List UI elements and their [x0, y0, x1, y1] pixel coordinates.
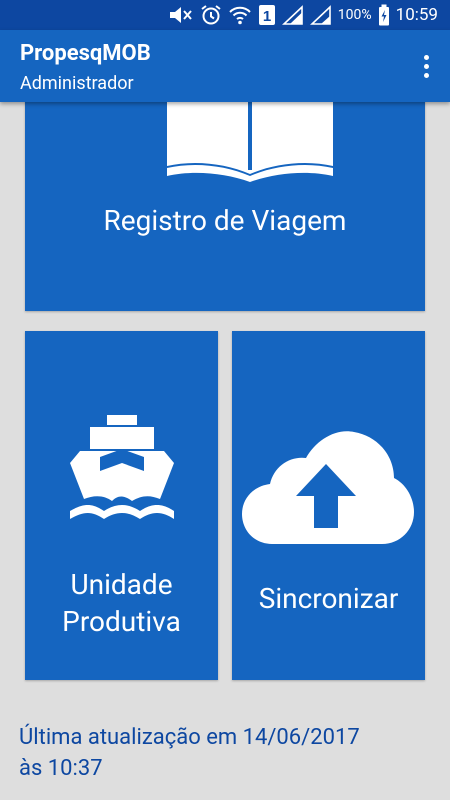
- status-bar: 1 100% 10:59: [0, 0, 450, 30]
- ship-icon: [70, 415, 174, 519]
- unidade-produtiva-tile[interactable]: Unidade Produtiva: [25, 331, 218, 680]
- sincronizar-label: Sincronizar: [258, 582, 399, 615]
- sim-icon: 1: [258, 4, 276, 26]
- app-subtitle: Administrador: [20, 73, 134, 94]
- registro-viagem-tile[interactable]: Registro de Viagem: [25, 90, 425, 311]
- app-title: PropesqMOB: [20, 41, 151, 66]
- sim-badge: 1: [263, 8, 271, 25]
- mute-icon: [168, 5, 194, 25]
- unidade-produtiva-label-line2: Produtiva: [62, 605, 181, 638]
- alarm-icon: [200, 4, 222, 26]
- sincronizar-tile[interactable]: Sincronizar: [232, 331, 425, 680]
- cloud-upload-icon: [242, 431, 414, 544]
- battery-charging-icon: [378, 4, 390, 26]
- signal-icon: [309, 5, 332, 25]
- clock: 10:59: [395, 5, 438, 25]
- last-update-text: Última atualização em 14/06/2017 às 10:3…: [19, 722, 429, 784]
- wifi-icon: [228, 5, 252, 25]
- unidade-produtiva-label-line1: Unidade: [70, 568, 173, 601]
- last-update-line2: às 10:37: [19, 756, 103, 781]
- app-bar: PropesqMOB Administrador: [0, 30, 450, 102]
- book-icon: [167, 90, 333, 182]
- last-update-line1: Última atualização em 14/06/2017: [19, 725, 360, 750]
- signal-icon: [281, 5, 304, 25]
- status-icons: 1 100% 10:59: [168, 0, 438, 30]
- registro-viagem-label: Registro de Viagem: [103, 204, 347, 237]
- battery-percent: 100%: [337, 7, 372, 23]
- overflow-menu-icon[interactable]: [416, 50, 436, 82]
